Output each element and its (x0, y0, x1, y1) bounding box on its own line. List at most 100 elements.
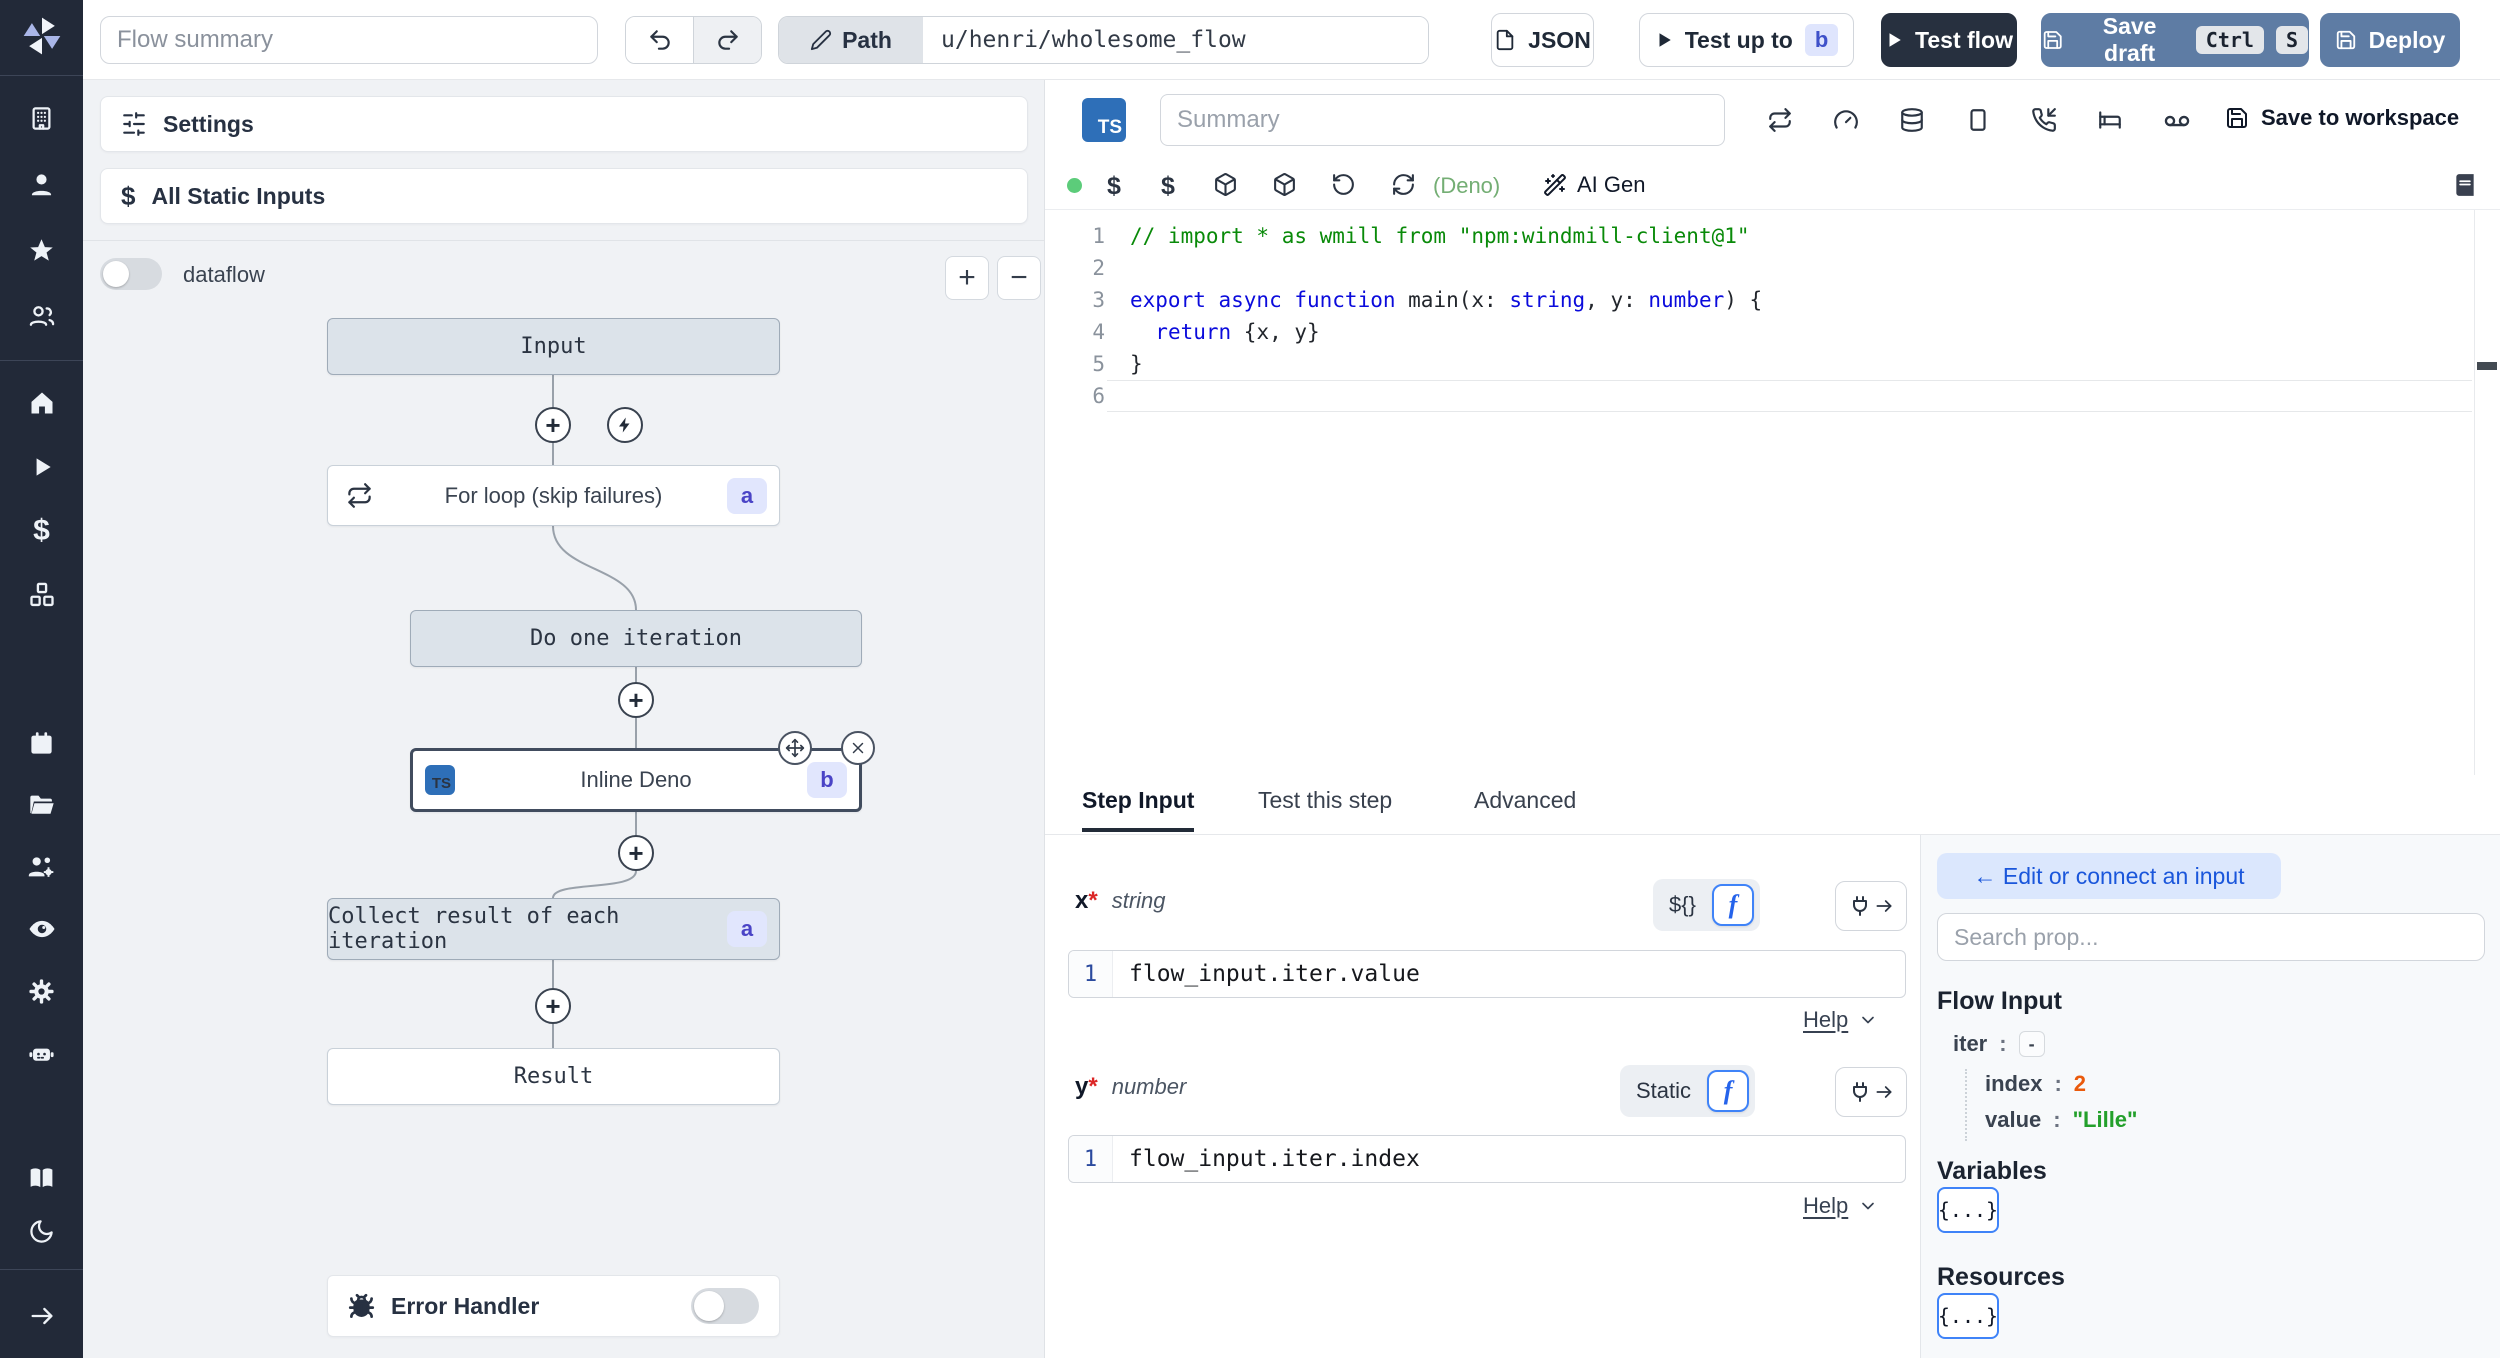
save-icon (2043, 31, 2062, 49)
variables-object-button[interactable]: {...} (1937, 1187, 1999, 1233)
sidebar-item-schedules[interactable] (0, 717, 83, 769)
y-mode-javascript[interactable]: f (1707, 1070, 1750, 1112)
sidebar-item-variables[interactable]: $ (0, 505, 83, 557)
step-summary-input[interactable] (1160, 94, 1725, 146)
sidebar-item-folders[interactable] (0, 779, 83, 831)
ai-gen-button[interactable]: AI Gen (1543, 172, 1645, 198)
x-expression-value: flow_input.iter.value (1129, 961, 1420, 987)
dataflow-toggle[interactable] (100, 258, 162, 290)
y-mode-static[interactable]: Static (1626, 1078, 1701, 1104)
library-book-icon[interactable] (2452, 172, 2478, 203)
sidebar-item-home[interactable] (0, 377, 83, 429)
node-for-loop[interactable]: For loop (skip failures) a (327, 465, 780, 526)
y-connect-plug-button[interactable] (1835, 1067, 1907, 1117)
all-static-inputs-button[interactable]: $ All Static Inputs (100, 168, 1028, 224)
save-to-workspace-button[interactable]: Save to workspace (2225, 105, 2459, 131)
reset-rotate-ccw-icon[interactable] (1331, 172, 1356, 197)
step-id-badge: a (727, 477, 767, 514)
language-hint[interactable]: (Deno) (1433, 173, 1500, 199)
sidebar-item-resources[interactable] (0, 569, 83, 621)
early-stop-gauge-icon[interactable] (1833, 107, 1859, 133)
variables-dollar-icon[interactable]: $ (1107, 172, 1121, 201)
sidebar-item-docs[interactable] (0, 1151, 83, 1203)
sidebar-item-user[interactable] (0, 158, 83, 210)
tree-row-iter[interactable]: iter : - (1953, 1031, 2045, 1057)
retries-icon[interactable] (1767, 107, 1793, 133)
package-icon[interactable] (1213, 172, 1238, 197)
cache-database-icon[interactable] (1899, 107, 1925, 133)
test-up-to-button[interactable]: Test up to b (1639, 13, 1854, 67)
mock-voicemail-icon[interactable] (2163, 107, 2191, 135)
user-icon (31, 173, 52, 195)
windmill-logo-icon[interactable] (20, 14, 64, 63)
sidebar-divider (0, 1269, 83, 1270)
zoom-in-button[interactable]: + (945, 256, 989, 300)
redo-button[interactable] (693, 17, 761, 63)
tab-step-input[interactable]: Step Input (1082, 787, 1195, 832)
node-flow-input[interactable]: Input (327, 318, 780, 375)
path-value-input[interactable]: u/henri/wholesome_flow (923, 17, 1428, 63)
trigger-bolt-button[interactable] (607, 407, 643, 443)
add-step-button[interactable]: + (535, 407, 571, 443)
add-step-button[interactable]: + (618, 835, 654, 871)
node-inline-deno[interactable]: TS Inline Deno b (410, 731, 875, 812)
x-help-link[interactable]: Help (1803, 1007, 1878, 1033)
concurrency-icon[interactable] (1965, 107, 1991, 133)
undo-button[interactable] (626, 17, 693, 63)
deploy-button[interactable]: Deploy (2320, 13, 2460, 67)
reload-refresh-icon[interactable] (1391, 172, 1416, 197)
sidebar-item-workspace[interactable] (0, 92, 83, 144)
tree-row-index[interactable]: index : 2 (1985, 1071, 2086, 1097)
sidebar-item-dark-mode[interactable] (0, 1205, 83, 1257)
node-label: Input (520, 334, 587, 359)
add-step-button[interactable]: + (535, 988, 571, 1024)
x-expression-editor[interactable]: 1 flow_input.iter.value (1068, 950, 1906, 998)
y-help-link[interactable]: Help (1803, 1193, 1878, 1219)
editor-toolbar: $ $ (Deno) AI Gen (1045, 160, 2500, 210)
tab-test-this-step[interactable]: Test this step (1258, 787, 1392, 828)
node-result[interactable]: Result (327, 1048, 780, 1105)
sidebar-expand-button[interactable] (0, 1290, 83, 1342)
save-draft-button[interactable]: Save draft Ctrl S (2041, 13, 2309, 67)
error-handler-toggle[interactable] (691, 1288, 759, 1324)
flow-settings-button[interactable]: Settings (100, 96, 1028, 152)
resources-dollar-icon[interactable]: $ (1161, 172, 1175, 201)
tab-advanced[interactable]: Advanced (1474, 787, 1576, 828)
add-step-button[interactable]: + (618, 682, 654, 718)
collapse-button[interactable]: - (2018, 1031, 2045, 1057)
json-button[interactable]: JSON (1491, 13, 1594, 67)
test-flow-button[interactable]: Test flow (1881, 13, 2017, 67)
sidebar-item-workers[interactable] (0, 841, 83, 893)
package-icon[interactable] (1272, 172, 1297, 197)
x-connect-plug-button[interactable] (1835, 881, 1907, 931)
move-step-button[interactable] (778, 731, 812, 765)
zoom-out-button[interactable]: − (997, 256, 1041, 300)
tree-guide-line (1965, 1069, 1967, 1141)
sidebar-item-settings[interactable] (0, 965, 83, 1017)
suspend-phone-icon[interactable] (2031, 107, 2057, 133)
x-mode-template[interactable]: ${} (1659, 892, 1706, 918)
test-up-to-step-badge: b (1804, 24, 1839, 56)
x-mode-javascript[interactable]: f (1711, 884, 1754, 926)
sidebar-item-groups[interactable] (0, 290, 83, 342)
y-expression-editor[interactable]: 1 flow_input.iter.index (1068, 1135, 1906, 1183)
resources-object-button[interactable]: {...} (1937, 1293, 1999, 1339)
sidebar-item-runs[interactable] (0, 441, 83, 493)
repeat-icon (348, 483, 371, 508)
code-editor[interactable]: 1 2 3 4 5 6 // import * as wmill from "n… (1045, 210, 2500, 775)
gear-icon (29, 978, 54, 1004)
tree-row-value[interactable]: value : "Lille" (1985, 1107, 2137, 1133)
search-prop-input[interactable] (1937, 913, 2485, 961)
edit-or-connect-button[interactable]: ← Edit or connect an input (1937, 853, 2281, 899)
path-addon[interactable]: Path (779, 17, 923, 63)
node-collect-result[interactable]: Collect result of each iteration a (327, 898, 780, 960)
flow-summary-input[interactable] (100, 16, 598, 64)
wand-icon (1544, 173, 1566, 196)
sidebar-item-favorites[interactable] (0, 224, 83, 276)
sidebar-item-ai[interactable] (0, 1027, 83, 1079)
delete-step-button[interactable] (841, 731, 875, 765)
sleep-bed-icon[interactable] (2097, 107, 2123, 133)
overview-ruler-cursor[interactable] (2477, 362, 2497, 370)
sidebar-item-audit-logs[interactable] (0, 903, 83, 955)
node-do-one-iteration[interactable]: Do one iteration (410, 610, 862, 667)
